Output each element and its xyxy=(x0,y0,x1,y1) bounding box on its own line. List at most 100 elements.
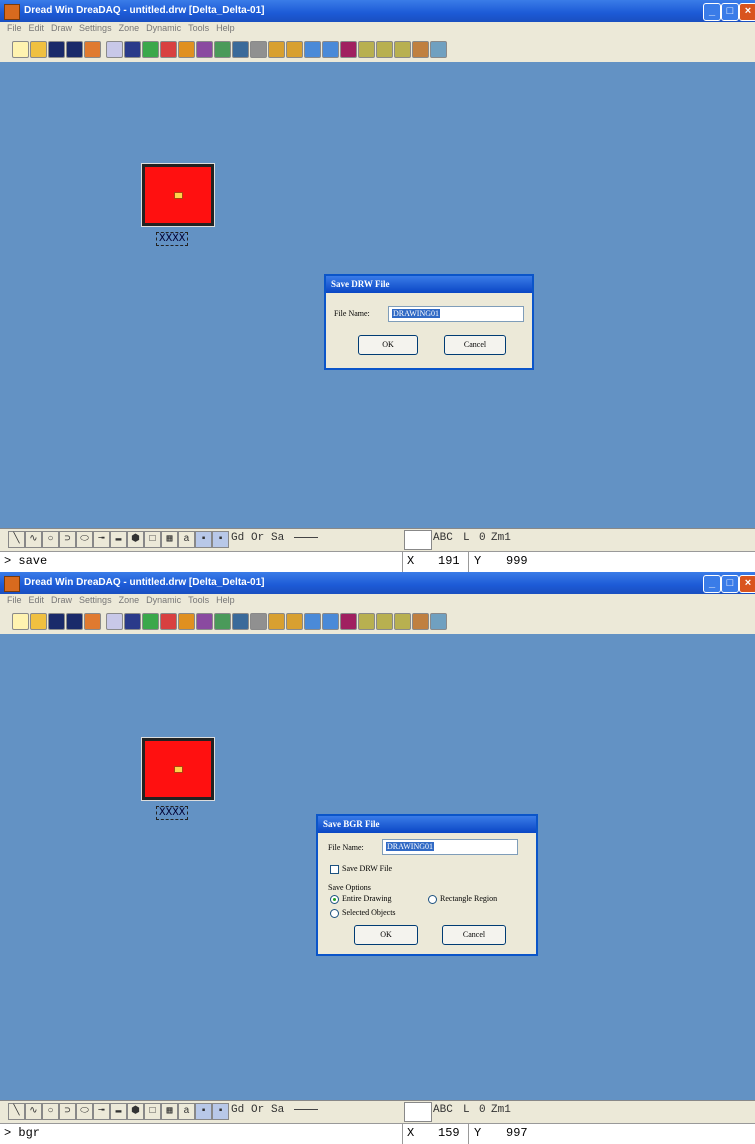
line-style-icon[interactable] xyxy=(294,537,318,538)
maximize-button[interactable]: □ xyxy=(721,3,739,21)
red-object[interactable] xyxy=(142,164,214,226)
file-name-input[interactable]: DRAWING01 xyxy=(382,839,518,855)
align-left-icon[interactable] xyxy=(268,41,285,58)
group-icon[interactable] xyxy=(214,613,231,630)
chart-icon[interactable] xyxy=(340,613,357,630)
layers-icon[interactable] xyxy=(124,41,141,58)
grid-icon[interactable] xyxy=(106,41,123,58)
polyline-tool-icon[interactable]: ∿ xyxy=(25,1103,42,1120)
minimize-button[interactable]: _ xyxy=(703,3,721,21)
open-folder-icon[interactable] xyxy=(30,613,47,630)
line-tool-icon[interactable]: ╲ xyxy=(8,1103,25,1120)
drawing-canvas[interactable]: XXXX Save DRW File File Name: DRAWING01 … xyxy=(0,62,755,528)
menu-tools[interactable]: Tools xyxy=(188,23,209,33)
rectangle-tool-icon[interactable]: □ xyxy=(144,531,161,548)
ortho-toggle[interactable]: Or xyxy=(250,531,265,546)
menu-file[interactable]: File xyxy=(7,23,22,33)
save-as-disk-icon[interactable] xyxy=(66,613,83,630)
menu-edit[interactable]: Edit xyxy=(29,595,45,605)
menu-settings[interactable]: Settings xyxy=(79,23,112,33)
send-back-icon[interactable] xyxy=(196,41,213,58)
layers-icon[interactable] xyxy=(124,613,141,630)
curve-icon[interactable] xyxy=(304,613,321,630)
ok-button[interactable]: OK xyxy=(354,925,418,945)
rectangle-tool-icon[interactable]: □ xyxy=(144,1103,161,1120)
bitmap-tool-icon[interactable]: ▦ xyxy=(161,1103,178,1120)
command-line[interactable]: > save X 191 Y 999 xyxy=(0,551,755,572)
bring-front-icon[interactable] xyxy=(178,613,195,630)
align-right-icon[interactable] xyxy=(286,613,303,630)
grid-toggle[interactable]: Gd xyxy=(230,1103,245,1118)
close-button[interactable]: × xyxy=(739,575,755,593)
help-icon[interactable] xyxy=(430,41,447,58)
grid-icon[interactable] xyxy=(106,613,123,630)
menu-dynamic[interactable]: Dynamic xyxy=(146,23,181,33)
print-icon[interactable] xyxy=(84,41,101,58)
circle-tool-icon[interactable]: ○ xyxy=(42,531,59,548)
font-button[interactable]: ABC xyxy=(432,531,454,546)
ungroup-icon[interactable] xyxy=(232,41,249,58)
arc-tool-icon[interactable]: ⊃ xyxy=(59,1103,76,1120)
drawing-canvas[interactable]: XXXX Save BGR File File Name: DRAWING01 … xyxy=(0,634,755,1100)
copy-icon[interactable] xyxy=(250,41,267,58)
polygon-tool-icon[interactable]: ⬢ xyxy=(127,1103,144,1120)
menu-file[interactable]: File xyxy=(7,595,22,605)
print-icon[interactable] xyxy=(84,613,101,630)
maximize-button[interactable]: □ xyxy=(721,575,739,593)
minimize-button[interactable]: _ xyxy=(703,575,721,593)
layer-button[interactable]: L xyxy=(462,531,471,546)
circle-tool-icon[interactable]: ○ xyxy=(42,1103,59,1120)
object-label[interactable]: XXXX xyxy=(156,232,189,246)
menu-draw[interactable]: Draw xyxy=(51,595,72,605)
bring-front-icon[interactable] xyxy=(178,41,195,58)
tool-b-icon[interactable] xyxy=(376,41,393,58)
menu-dynamic[interactable]: Dynamic xyxy=(146,595,181,605)
ellipse-tool-icon[interactable]: ⬭ xyxy=(76,1103,93,1120)
connector-tool-icon[interactable]: ╼ xyxy=(93,531,110,548)
save-disk-icon[interactable] xyxy=(48,41,65,58)
object-label[interactable]: XXXX xyxy=(156,806,189,820)
fill-icon[interactable] xyxy=(160,41,177,58)
ellipse-tool-icon[interactable]: ⬭ xyxy=(76,531,93,548)
layer-number[interactable]: 0 xyxy=(478,1103,487,1118)
connector-tool-icon[interactable]: ╼ xyxy=(93,1103,110,1120)
layer-button[interactable]: L xyxy=(462,1103,471,1118)
command-line[interactable]: > bgr X 159 Y 997 xyxy=(0,1123,755,1144)
polyline-icon[interactable] xyxy=(322,613,339,630)
tool-a-icon[interactable] xyxy=(358,41,375,58)
selected-objects-radio[interactable] xyxy=(330,909,339,918)
curve-icon[interactable] xyxy=(304,41,321,58)
entire-drawing-radio[interactable] xyxy=(330,895,339,904)
cancel-button[interactable]: Cancel xyxy=(442,925,506,945)
rectangle-fill-tool-icon[interactable]: ▬ xyxy=(110,531,127,548)
settings-icon[interactable] xyxy=(412,41,429,58)
grid-toggle[interactable]: Gd xyxy=(230,531,245,546)
ortho-toggle[interactable]: Or xyxy=(250,1103,265,1118)
zoom-button[interactable]: Zm1 xyxy=(490,1103,512,1118)
ungroup-icon[interactable] xyxy=(232,613,249,630)
text-tool-icon[interactable]: a xyxy=(178,1103,195,1120)
color-swatch[interactable] xyxy=(404,530,432,550)
layer-number[interactable]: 0 xyxy=(478,531,487,546)
rectangle-region-radio[interactable] xyxy=(428,895,437,904)
open-folder-icon[interactable] xyxy=(30,41,47,58)
send-back-icon[interactable] xyxy=(196,613,213,630)
snap-toggle[interactable]: Sa xyxy=(270,531,285,546)
color-a-tool-icon[interactable]: ▪ xyxy=(195,1103,212,1120)
tool-a-icon[interactable] xyxy=(358,613,375,630)
menu-settings[interactable]: Settings xyxy=(79,595,112,605)
help-icon[interactable] xyxy=(430,613,447,630)
red-object[interactable] xyxy=(142,738,214,800)
save-as-disk-icon[interactable] xyxy=(66,41,83,58)
menu-zone[interactable]: Zone xyxy=(119,595,140,605)
close-button[interactable]: × xyxy=(739,3,755,21)
new-file-icon[interactable] xyxy=(12,613,29,630)
text-tool-icon[interactable]: a xyxy=(178,531,195,548)
polyline-icon[interactable] xyxy=(322,41,339,58)
cancel-button[interactable]: Cancel xyxy=(444,335,506,355)
palette-icon[interactable] xyxy=(142,41,159,58)
group-icon[interactable] xyxy=(214,41,231,58)
menu-help[interactable]: Help xyxy=(216,23,235,33)
polygon-tool-icon[interactable]: ⬢ xyxy=(127,531,144,548)
tool-c-icon[interactable] xyxy=(394,613,411,630)
